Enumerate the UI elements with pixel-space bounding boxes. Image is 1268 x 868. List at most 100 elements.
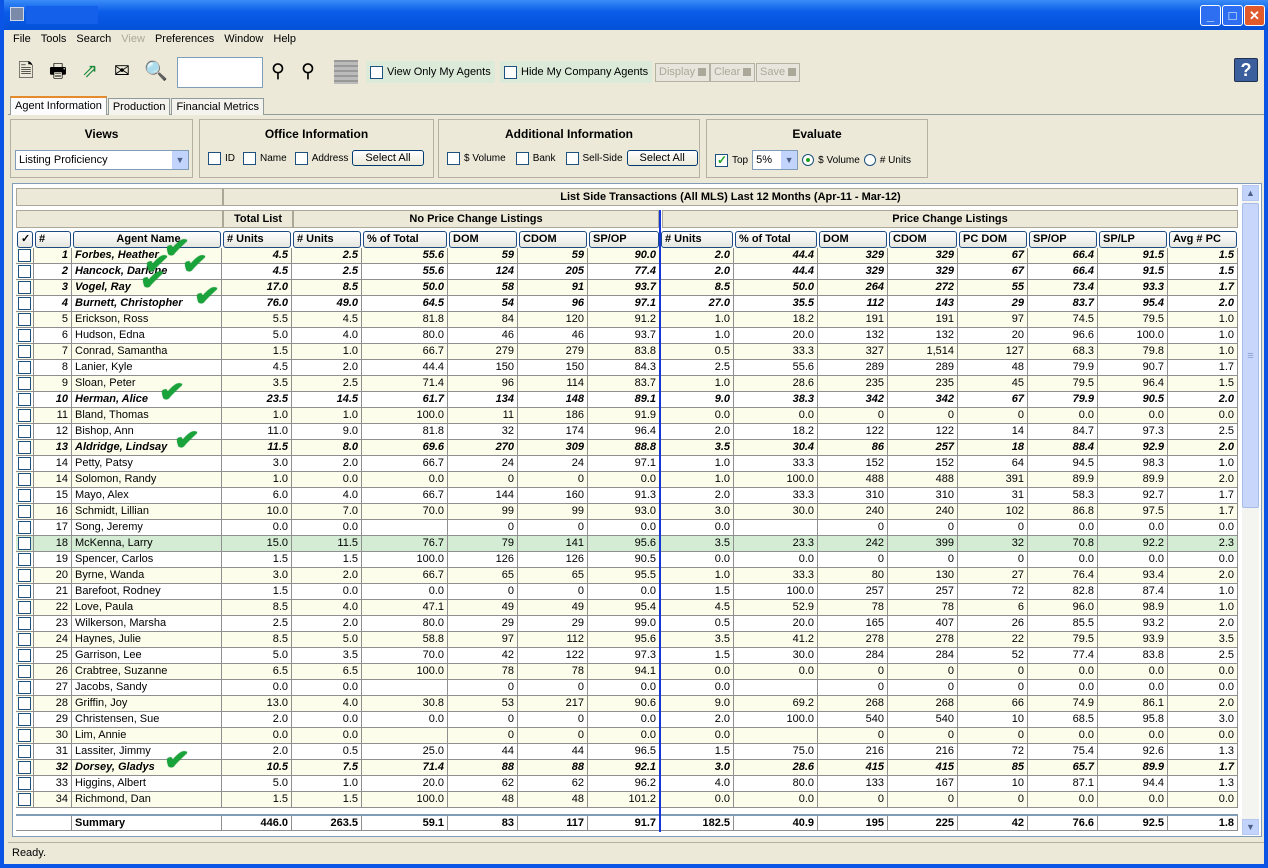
row-checkbox-cell[interactable] (16, 488, 34, 504)
row-checkbox-cell[interactable] (16, 504, 34, 520)
column-header--[interactable]: # (35, 231, 71, 248)
row-checkbox[interactable] (18, 665, 31, 678)
column-header--units[interactable]: # Units (661, 231, 733, 248)
row-checkbox[interactable] (18, 617, 31, 630)
tab-production[interactable]: Production (107, 98, 171, 115)
row-checkbox[interactable] (18, 329, 31, 342)
row-checkbox[interactable] (18, 585, 31, 598)
hide-my-company-agents-checkbox[interactable]: Hide My Company Agents (500, 61, 653, 83)
row-checkbox-cell[interactable] (16, 584, 34, 600)
grid-icon[interactable] (334, 60, 358, 84)
export-icon[interactable]: ⇗ (78, 60, 102, 84)
row-checkbox-cell[interactable] (16, 264, 34, 280)
column-header-pc-dom[interactable]: PC DOM (959, 231, 1027, 248)
minimize-button[interactable]: _ (1200, 5, 1221, 26)
column-header--units[interactable]: # Units (223, 231, 291, 248)
row-checkbox-cell[interactable] (16, 632, 34, 648)
row-checkbox-cell[interactable] (16, 312, 34, 328)
row-checkbox[interactable] (18, 425, 31, 438)
address-checkbox[interactable] (294, 151, 308, 165)
scroll-thumb[interactable]: ≡ (1242, 203, 1259, 508)
column-header--of-total[interactable]: % of Total (363, 231, 447, 248)
row-checkbox-cell[interactable] (16, 744, 34, 760)
find-next-icon[interactable]: ⚲ (296, 60, 320, 84)
row-checkbox[interactable] (18, 777, 31, 790)
row-checkbox-cell[interactable] (16, 376, 34, 392)
display-button[interactable]: Display (655, 63, 711, 82)
scroll-down-icon[interactable]: ▼ (1242, 819, 1259, 835)
row-checkbox-cell[interactable] (16, 536, 34, 552)
row-checkbox[interactable] (18, 697, 31, 710)
row-checkbox[interactable] (18, 793, 31, 806)
row-checkbox-cell[interactable] (16, 792, 34, 808)
additional-select-all-button[interactable]: Select All (626, 150, 698, 166)
row-checkbox[interactable] (18, 537, 31, 550)
column-header--units[interactable]: # Units (293, 231, 361, 248)
row-checkbox[interactable] (18, 745, 31, 758)
column-header-agent-name[interactable]: Agent Name (73, 231, 221, 248)
row-checkbox-cell[interactable] (16, 360, 34, 376)
column-header--of-total[interactable]: % of Total (735, 231, 817, 248)
volume-radio[interactable] (802, 154, 815, 166)
row-checkbox[interactable] (18, 473, 31, 486)
row-checkbox-cell[interactable] (16, 392, 34, 408)
row-checkbox-cell[interactable] (16, 328, 34, 344)
top-percent-dropdown[interactable]: 5% ▼ (752, 150, 799, 170)
vertical-scrollbar[interactable]: ▲ ≡ ▼ (1242, 185, 1259, 835)
id-checkbox[interactable] (208, 151, 221, 165)
tab-financial-metrics[interactable]: Financial Metrics (171, 98, 264, 115)
row-checkbox[interactable] (18, 505, 31, 518)
menu-preferences[interactable]: Preferences (150, 30, 219, 48)
search-input[interactable] (177, 57, 263, 88)
column-header-sp-lp[interactable]: SP/LP (1099, 231, 1167, 248)
name-checkbox[interactable] (243, 151, 256, 165)
menu-help[interactable]: Help (268, 30, 301, 48)
agent-search-icon[interactable]: 🔍 (144, 60, 168, 84)
row-checkbox[interactable] (18, 553, 31, 566)
row-checkbox[interactable] (18, 633, 31, 646)
tab-agent-information[interactable]: Agent Information (10, 96, 107, 115)
row-checkbox-cell[interactable] (16, 552, 34, 568)
row-checkbox-cell[interactable] (16, 424, 34, 440)
row-checkbox[interactable] (18, 313, 31, 326)
row-checkbox[interactable] (18, 441, 31, 454)
row-checkbox-cell[interactable] (16, 712, 34, 728)
scroll-up-icon[interactable]: ▲ (1242, 185, 1259, 201)
row-checkbox-cell[interactable] (16, 696, 34, 712)
volume-checkbox[interactable] (447, 151, 460, 165)
row-checkbox[interactable] (18, 265, 31, 278)
row-checkbox-cell[interactable] (16, 760, 34, 776)
row-checkbox-cell[interactable] (16, 456, 34, 472)
row-checkbox[interactable] (18, 409, 31, 422)
checkbox[interactable] (504, 65, 517, 79)
row-checkbox[interactable] (18, 457, 31, 470)
column-header-dom[interactable]: DOM (819, 231, 887, 248)
binoculars-icon[interactable]: ⚲ (266, 60, 290, 84)
row-checkbox[interactable] (18, 729, 31, 742)
view-only-my-agents-checkbox[interactable]: View Only My Agents (366, 61, 495, 83)
row-checkbox[interactable] (18, 297, 31, 310)
row-checkbox[interactable] (18, 393, 31, 406)
row-checkbox[interactable] (18, 713, 31, 726)
row-checkbox-cell[interactable] (16, 776, 34, 792)
office-select-all-button[interactable]: Select All (352, 150, 424, 166)
menu-file[interactable]: File (8, 30, 36, 48)
column-header-sp-op[interactable]: SP/OP (589, 231, 659, 248)
column-header--[interactable]: ✓ (17, 231, 33, 248)
menu-tools[interactable]: Tools (36, 30, 72, 48)
row-checkbox[interactable] (18, 649, 31, 662)
sell-side-checkbox[interactable] (565, 151, 579, 165)
checkbox[interactable] (370, 65, 383, 79)
row-checkbox-cell[interactable] (16, 616, 34, 632)
email-icon[interactable]: ✉ (110, 60, 134, 84)
row-checkbox[interactable] (18, 377, 31, 390)
row-checkbox-cell[interactable] (16, 680, 34, 696)
row-checkbox-cell[interactable] (16, 440, 34, 456)
row-checkbox[interactable] (18, 361, 31, 374)
row-checkbox[interactable] (18, 761, 31, 774)
units-radio[interactable] (863, 154, 876, 166)
clear-button[interactable]: Clear (710, 63, 756, 82)
row-checkbox[interactable] (18, 345, 31, 358)
row-checkbox-cell[interactable] (16, 472, 34, 488)
menu-search[interactable]: Search (71, 30, 116, 48)
